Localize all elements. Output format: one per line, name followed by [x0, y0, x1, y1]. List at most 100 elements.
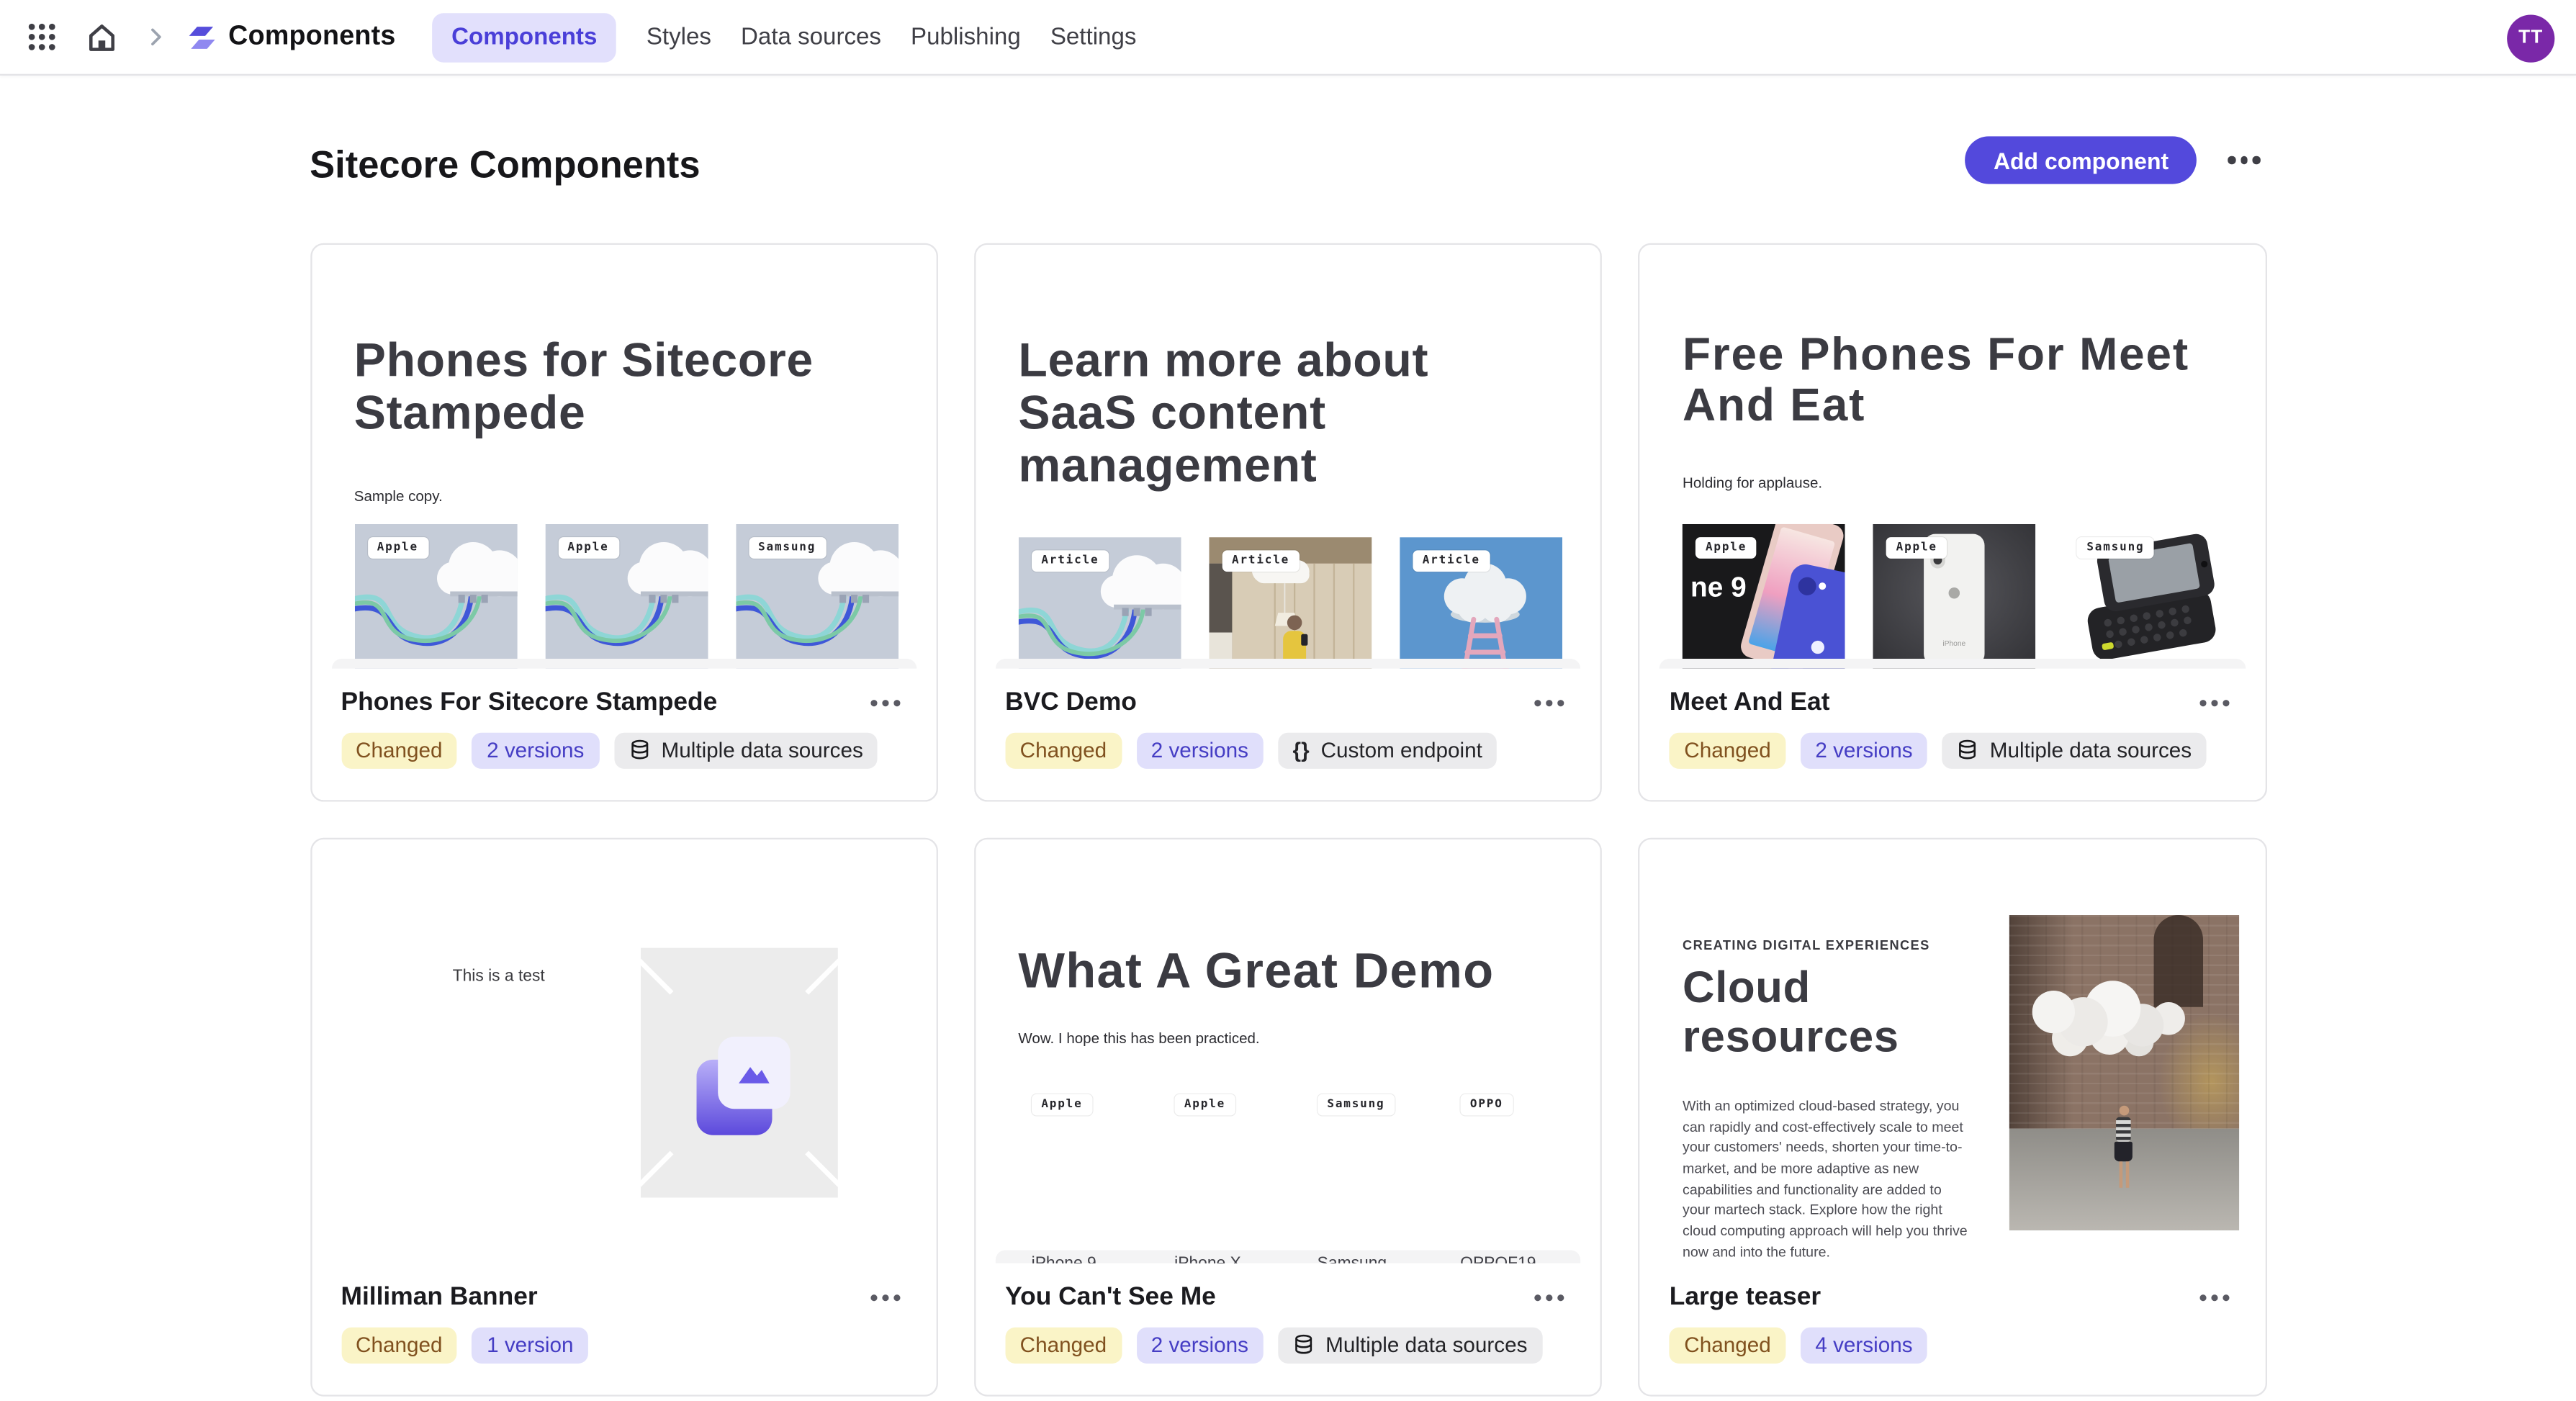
card-footer: You Can't See Me Changed 2 versions Mult… [976, 1263, 1600, 1364]
card-preview: Phones for Sitecore Stampede Sample copy… [311, 245, 936, 669]
preview-heading: Free Phones For Meet And Eat [1683, 328, 2190, 430]
component-card-phones-for-sitecore-stampede[interactable]: Phones for Sitecore Stampede Sample copy… [310, 243, 938, 802]
preview-copy: Wow. I hope this has been practiced. [1018, 1030, 1260, 1047]
component-card-large-teaser[interactable]: CREATING DIGITAL EXPERIENCES Cloud resou… [1638, 837, 2266, 1397]
preview-heading: Cloud resources [1683, 962, 1899, 1060]
thumb-overlay-text: ne 9 [1690, 572, 1747, 603]
brand-chip: Apple [1886, 536, 1947, 559]
component-name: You Can't See Me [1005, 1282, 1216, 1311]
preview-clip-strip [330, 658, 917, 669]
preview-thumbnail: Article [1018, 536, 1181, 669]
database-icon [631, 740, 648, 760]
brand-chip: Samsung [1317, 1094, 1395, 1115]
app-window: Components Components Styles Data source… [0, 0, 2576, 1401]
brand-chip: Apple [557, 536, 619, 559]
preview-heading: Phones for Sitecore Stampede [353, 335, 814, 440]
component-name: Large teaser [1669, 1282, 1821, 1311]
component-name: Meet And Eat [1669, 688, 1830, 716]
brand-chip: Article [1031, 550, 1109, 572]
component-card-milliman-banner[interactable]: This is a test Milliman Banner Changed 1… [310, 837, 938, 1397]
tab-data-sources[interactable]: Data sources [741, 12, 881, 61]
tab-settings[interactable]: Settings [1050, 12, 1137, 61]
image-placeholder-icon [717, 1036, 790, 1109]
component-name: BVC Demo [1005, 688, 1137, 716]
brand-chip: Article [1222, 550, 1300, 572]
versions-badge: 2 versions [1136, 1327, 1264, 1364]
nav-tabs: Components Styles Data sources Publishin… [431, 12, 1137, 62]
brand-chip: Apple [1174, 1094, 1235, 1115]
product-title: Components [228, 21, 396, 51]
tab-styles[interactable]: Styles [647, 12, 711, 61]
status-badge: Changed [1669, 1327, 1786, 1364]
preview-thumbnail: Samsung [2063, 523, 2227, 669]
preview-body: With an optimized cloud-based strategy, … [1683, 1096, 1968, 1260]
main-content: Sitecore Components Add component Phones… [310, 117, 2266, 1397]
status-badge: Changed [1005, 1327, 1122, 1364]
braces-icon: {} [1292, 738, 1310, 763]
image-placeholder [636, 947, 841, 1198]
brand-chip: OPPO [1460, 1094, 1513, 1115]
preview-heading: Learn more about SaaS content management [1018, 335, 1429, 492]
data-source-badge: {} Custom endpoint [1277, 732, 1498, 769]
versions-badge: 2 versions [472, 732, 599, 769]
home-icon[interactable] [82, 17, 122, 57]
preview-clip-strip [1659, 658, 2246, 669]
preview-thumbnail: Article [1399, 536, 1562, 669]
card-footer: BVC Demo Changed 2 versions {} Custom en… [976, 668, 1600, 769]
components-grid: Phones for Sitecore Stampede Sample copy… [310, 243, 2266, 1397]
brand-chip: Samsung [748, 536, 826, 559]
card-more-options-icon[interactable] [2192, 1288, 2235, 1307]
app-launcher-icon[interactable] [22, 17, 61, 57]
card-footer: Milliman Banner Changed 1 version [311, 1263, 936, 1364]
card-footer: Phones For Sitecore Stampede Changed 2 v… [311, 668, 936, 769]
balloon-cloud-photo [2009, 914, 2240, 1230]
component-card-meet-and-eat[interactable]: Free Phones For Meet And Eat Holding for… [1638, 243, 2266, 802]
grid-dots-icon [27, 23, 55, 50]
status-badge: Changed [1669, 732, 1786, 769]
versions-badge: 2 versions [1800, 732, 1928, 769]
preview-thumbnail: Apple [544, 523, 708, 669]
card-more-options-icon[interactable] [1528, 693, 1571, 713]
preview-eyebrow: CREATING DIGITAL EXPERIENCES [1683, 937, 1930, 953]
card-more-options-icon[interactable] [864, 693, 906, 713]
data-source-badge: Multiple data sources [1942, 732, 2207, 769]
database-icon [1294, 1335, 1312, 1355]
data-source-badge: Multiple data sources [1277, 1327, 1543, 1364]
card-more-options-icon[interactable] [864, 1288, 906, 1307]
versions-badge: 1 version [472, 1327, 588, 1364]
preview-thumbnail: Apple [1683, 523, 1845, 669]
component-card-bvc-demo[interactable]: Learn more about SaaS content management… [973, 243, 1603, 802]
card-footer: Meet And Eat Changed 2 versions Multiple… [1640, 668, 2265, 769]
component-name: Milliman Banner [341, 1282, 538, 1311]
breadcrumb-chevron-icon [135, 17, 174, 57]
tab-publishing[interactable]: Publishing [911, 12, 1021, 61]
preview-thumbnail: Article [1209, 536, 1372, 669]
preview-thumbnail: Apple [353, 523, 517, 669]
tab-components[interactable]: Components [431, 12, 617, 62]
card-preview: Learn more about SaaS content management… [976, 245, 1600, 669]
component-name: Phones For Sitecore Stampede [341, 688, 718, 716]
card-more-options-icon[interactable] [2192, 693, 2235, 713]
preview-thumbnail: Apple [1873, 523, 2036, 669]
component-card-you-cant-see-me[interactable]: What A Great Demo Wow. I hope this has b… [973, 837, 1603, 1397]
components-product-logo-icon[interactable] [187, 22, 217, 52]
brand-chip: Apple [367, 536, 428, 559]
card-preview: CREATING DIGITAL EXPERIENCES Cloud resou… [1640, 839, 2265, 1263]
data-source-badge: Multiple data sources [613, 732, 878, 769]
page-more-options-icon[interactable] [2221, 150, 2266, 171]
status-badge: Changed [1005, 732, 1122, 769]
card-more-options-icon[interactable] [1528, 1288, 1571, 1307]
card-footer: Large teaser Changed 4 versions [1640, 1263, 2265, 1364]
brand-chip: Apple [1031, 1094, 1093, 1115]
person-figure [2115, 1105, 2133, 1188]
page-title: Sitecore Components [310, 143, 701, 186]
preview-copy: Sample copy. [353, 487, 443, 505]
card-preview: What A Great Demo Wow. I hope this has b… [976, 839, 1600, 1263]
add-component-button[interactable]: Add component [1965, 136, 2197, 184]
database-icon [1959, 740, 1976, 760]
card-preview: This is a test [311, 839, 936, 1263]
versions-badge: 4 versions [1800, 1327, 1928, 1364]
avatar[interactable]: TT [2507, 14, 2555, 62]
preview-copy: Holding for applause. [1683, 474, 1823, 491]
card-preview: Free Phones For Meet And Eat Holding for… [1640, 245, 2265, 669]
